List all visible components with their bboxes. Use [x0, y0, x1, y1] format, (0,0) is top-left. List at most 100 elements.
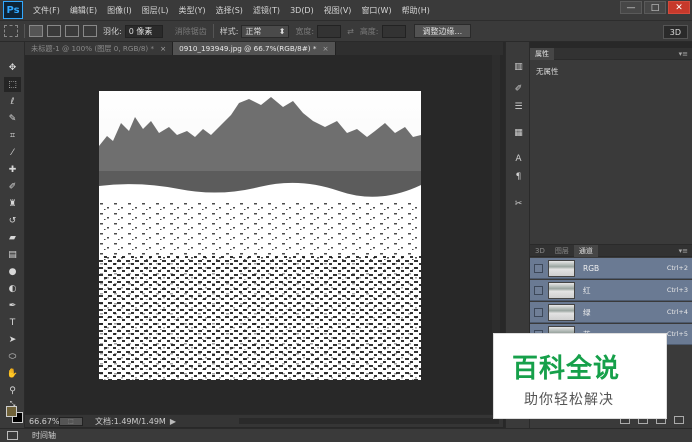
refine-edge-button[interactable]: 调整边缘...	[413, 24, 472, 38]
width-label: 宽度:	[295, 26, 315, 36]
feather-label: 羽化:	[103, 26, 122, 36]
tools-panel: ✥ ⬚ ℓ ✎ ⌗ ⁄ ✚ ✐ ♜ ↺ ▰ ▤ ● ◐ ✒ T ➤ ⬭ ✋ ⚲ …	[0, 42, 25, 428]
menu-view[interactable]: 视图(V)	[324, 5, 352, 16]
divider	[212, 24, 214, 38]
pen-tool-icon[interactable]: ✒	[4, 298, 21, 313]
channel-shortcut: Ctrl+2	[666, 264, 688, 272]
close-button[interactable]: ✕	[668, 1, 690, 14]
subtract-selection-icon[interactable]	[65, 25, 79, 37]
document-size: 文档:1.49M/1.49M	[95, 416, 166, 426]
styles-icon[interactable]: ▦	[511, 126, 526, 140]
timeline-tab[interactable]: 时间轴	[32, 430, 56, 441]
channel-row-rgb[interactable]: RGB Ctrl+2	[530, 258, 692, 279]
channel-row-red[interactable]: 红 Ctrl+3	[530, 280, 692, 301]
menu-window[interactable]: 窗口(W)	[361, 5, 391, 16]
type-tool-icon[interactable]: T	[4, 315, 21, 330]
properties-header: 属性 ▾≡	[530, 47, 692, 60]
tab-label: 未标题-1 @ 100% (图层 0, RGB/8) *	[31, 43, 155, 53]
history-panel-icon[interactable]: ▥	[511, 60, 526, 74]
close-icon[interactable]: ×	[160, 44, 166, 53]
intersect-selection-icon[interactable]	[83, 25, 97, 37]
panel-menu-icon[interactable]: ▾≡	[679, 50, 688, 58]
eraser-tool-icon[interactable]: ▰	[4, 230, 21, 245]
panel-menu-icon[interactable]: ▾≡	[679, 247, 688, 255]
visibility-eye-icon[interactable]	[534, 307, 543, 317]
menu-type[interactable]: 类型(Y)	[178, 5, 205, 16]
timeline-bar: 时间轴	[0, 428, 692, 442]
canvas-area[interactable]	[25, 55, 503, 414]
antialias-checkbox[interactable]: 消除锯齿	[175, 26, 207, 37]
new-selection-icon[interactable]	[29, 25, 43, 37]
menu-image[interactable]: 图像(I)	[107, 5, 132, 16]
foreground-color-swatch[interactable]	[6, 406, 17, 417]
add-selection-icon[interactable]	[47, 25, 61, 37]
menu-file[interactable]: 文件(F)	[33, 5, 60, 16]
channel-shortcut: Ctrl+4	[666, 308, 688, 316]
quick-mask-icon[interactable]	[7, 431, 18, 440]
menu-bar: Ps 文件(F) 编辑(E) 图像(I) 图层(L) 类型(Y) 选择(S) 滤…	[0, 0, 692, 20]
watermark-subtitle: 助你轻松解决	[524, 392, 614, 408]
menu-help[interactable]: 帮助(H)	[402, 5, 430, 16]
horizontal-scrollbar[interactable]	[239, 418, 499, 424]
document-tabs: 未标题-1 @ 100% (图层 0, RGB/8) * × 0910_1939…	[25, 42, 503, 55]
hand-tool-icon[interactable]: ✋	[4, 366, 21, 381]
menu-edit[interactable]: 编辑(E)	[70, 5, 97, 16]
marquee-preset-icon[interactable]	[4, 25, 18, 37]
crop-tool-icon[interactable]: ⌗	[4, 128, 21, 143]
zoom-tool-icon[interactable]: ⚲	[4, 383, 21, 398]
menu-3d[interactable]: 3D(D)	[290, 6, 314, 15]
close-icon[interactable]: ×	[322, 44, 328, 53]
brush-presets-icon[interactable]: ✐	[511, 82, 526, 96]
watermark-title: 百科全说	[512, 354, 621, 384]
trash-icon[interactable]	[674, 416, 684, 424]
tab-properties[interactable]: 属性	[530, 47, 554, 60]
channel-thumbnail	[548, 281, 575, 299]
clone-stamp-tool-icon[interactable]: ♜	[4, 196, 21, 211]
dodge-tool-icon[interactable]: ◐	[4, 281, 21, 296]
options-bar: 羽化: 0 像素 消除锯齿 样式: 正常 ⬍ 宽度: ⇄ 高度: 调整边缘...…	[0, 20, 692, 42]
tab-channels[interactable]: 通道	[573, 244, 598, 257]
gradient-tool-icon[interactable]: ▤	[4, 247, 21, 262]
menu-layer[interactable]: 图层(L)	[142, 5, 169, 16]
swap-icon[interactable]: ⇄	[347, 27, 354, 36]
minimize-button[interactable]: —	[620, 1, 642, 14]
blur-tool-icon[interactable]: ●	[4, 264, 21, 279]
history-brush-tool-icon[interactable]: ↺	[4, 213, 21, 228]
style-select[interactable]: 正常 ⬍	[241, 24, 290, 38]
adjustments-icon[interactable]: ☰	[511, 100, 526, 114]
status-options-icon[interactable]: ⬚	[59, 416, 83, 426]
healing-brush-tool-icon[interactable]: ✚	[4, 162, 21, 177]
tab-photo[interactable]: 0910_193949.jpg @ 66.7%(RGB/8#) * ×	[173, 42, 336, 55]
channel-shortcut: Ctrl+5	[666, 330, 688, 338]
visibility-eye-icon[interactable]	[534, 263, 543, 273]
lasso-tool-icon[interactable]: ℓ	[4, 94, 21, 109]
tab-3d[interactable]: 3D	[530, 245, 550, 257]
shape-tool-icon[interactable]: ⬭	[4, 349, 21, 364]
channel-name: RGB	[583, 263, 600, 273]
width-input[interactable]	[317, 24, 342, 38]
document-canvas[interactable]	[99, 91, 421, 380]
menu-select[interactable]: 选择(S)	[216, 5, 243, 16]
height-input[interactable]	[381, 24, 406, 38]
menu-filter[interactable]: 滤镜(T)	[253, 5, 280, 16]
status-menu-arrow-icon[interactable]: ▶	[170, 417, 176, 426]
quick-select-tool-icon[interactable]: ✎	[4, 111, 21, 126]
move-tool-icon[interactable]: ✥	[4, 60, 21, 75]
character-panel-icon[interactable]: A	[511, 152, 526, 166]
chevron-down-icon: ⬍	[278, 26, 286, 36]
zoom-level[interactable]: 66.67%	[29, 417, 60, 426]
feather-input[interactable]: 0 像素	[124, 24, 163, 38]
channels-header: 3D 图层 通道 ▾≡	[530, 244, 692, 257]
maximize-button[interactable]: □	[644, 1, 666, 14]
tab-layers[interactable]: 图层	[550, 245, 574, 257]
visibility-eye-icon[interactable]	[534, 285, 543, 295]
tab-untitled-1[interactable]: 未标题-1 @ 100% (图层 0, RGB/8) * ×	[25, 42, 174, 55]
tools-options-icon[interactable]: ✂	[511, 197, 526, 211]
eyedropper-tool-icon[interactable]: ⁄	[4, 145, 21, 160]
path-selection-tool-icon[interactable]: ➤	[4, 332, 21, 347]
channel-row-green[interactable]: 绿 Ctrl+4	[530, 302, 692, 323]
brush-tool-icon[interactable]: ✐	[4, 179, 21, 194]
marquee-tool-icon[interactable]: ⬚	[4, 77, 21, 92]
workspace-switcher[interactable]: 3D	[662, 25, 688, 39]
paragraph-panel-icon[interactable]: ¶	[511, 170, 526, 184]
